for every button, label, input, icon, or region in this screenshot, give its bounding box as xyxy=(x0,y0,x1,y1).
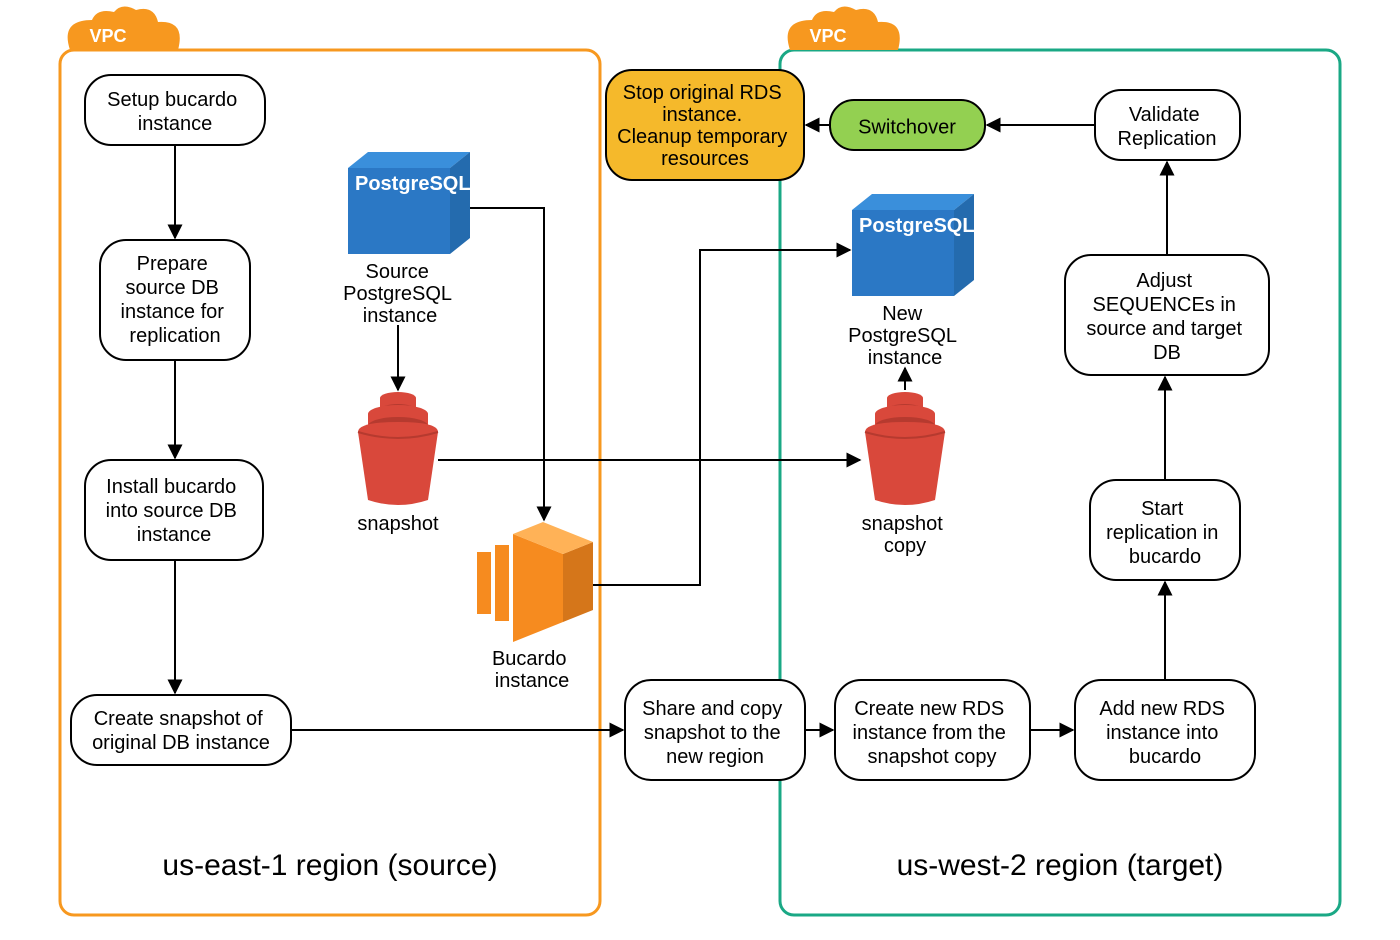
snapshot-copy-label: snapshot copy xyxy=(862,513,949,557)
snapshot-copy-icon xyxy=(865,392,945,505)
node-setup-bucardo: Setup bucardo instance xyxy=(85,75,265,145)
node-create-rds-text: Create new RDS instance from the snapsho… xyxy=(853,698,1012,768)
node-install-bucardo: Install bucardo into source DB instance xyxy=(85,460,263,560)
vpc-badge-target-text: VPC xyxy=(809,26,846,46)
node-create-rds: Create new RDS instance from the snapsho… xyxy=(835,680,1030,780)
vpc-badge-source: VPC xyxy=(68,6,180,50)
vpc-badge-source-text: VPC xyxy=(89,26,126,46)
bucardo-ec2-label: Bucardo instance xyxy=(492,648,572,692)
node-add-rds: Add new RDS instance into bucardo xyxy=(1075,680,1255,780)
source-db-icon: PostgreSQL xyxy=(348,152,471,254)
target-db-icon: PostgreSQL xyxy=(852,194,975,296)
node-stop-cleanup: Stop original RDS instance. Cleanup temp… xyxy=(606,70,804,180)
target-db-label: New PostgreSQL instance xyxy=(848,303,962,369)
vpc-badge-target: VPC xyxy=(788,6,900,50)
vpc-target-box xyxy=(780,50,1340,915)
bucardo-ec2-icon xyxy=(477,522,593,642)
node-adjust-seq: Adjust SEQUENCEs in source and target DB xyxy=(1065,255,1269,375)
node-prepare-source: Prepare source DB instance for replicati… xyxy=(100,240,250,360)
target-db-product-text: PostgreSQL xyxy=(859,215,975,237)
snapshot-source-label: snapshot xyxy=(357,513,439,535)
node-start-repl: Start replication in bucardo xyxy=(1090,480,1240,580)
snapshot-source-icon xyxy=(358,392,438,505)
source-db-label: Source PostgreSQL instance xyxy=(343,261,457,327)
source-region-label: us-east-1 region (source) xyxy=(162,849,497,882)
node-switchover: Switchover xyxy=(830,100,985,150)
node-share-copy: Share and copy snapshot to the new regio… xyxy=(625,680,805,780)
target-region-label: us-west-2 region (target) xyxy=(897,849,1224,882)
source-db-product-text: PostgreSQL xyxy=(355,173,471,195)
node-create-snapshot: Create snapshot of original DB instance xyxy=(71,695,291,765)
node-validate: Validate Replication xyxy=(1095,90,1240,160)
diagram-canvas: VPC VPC Setup bucardo instance Prepare s… xyxy=(0,0,1400,940)
node-switchover-text: Switchover xyxy=(858,116,956,138)
